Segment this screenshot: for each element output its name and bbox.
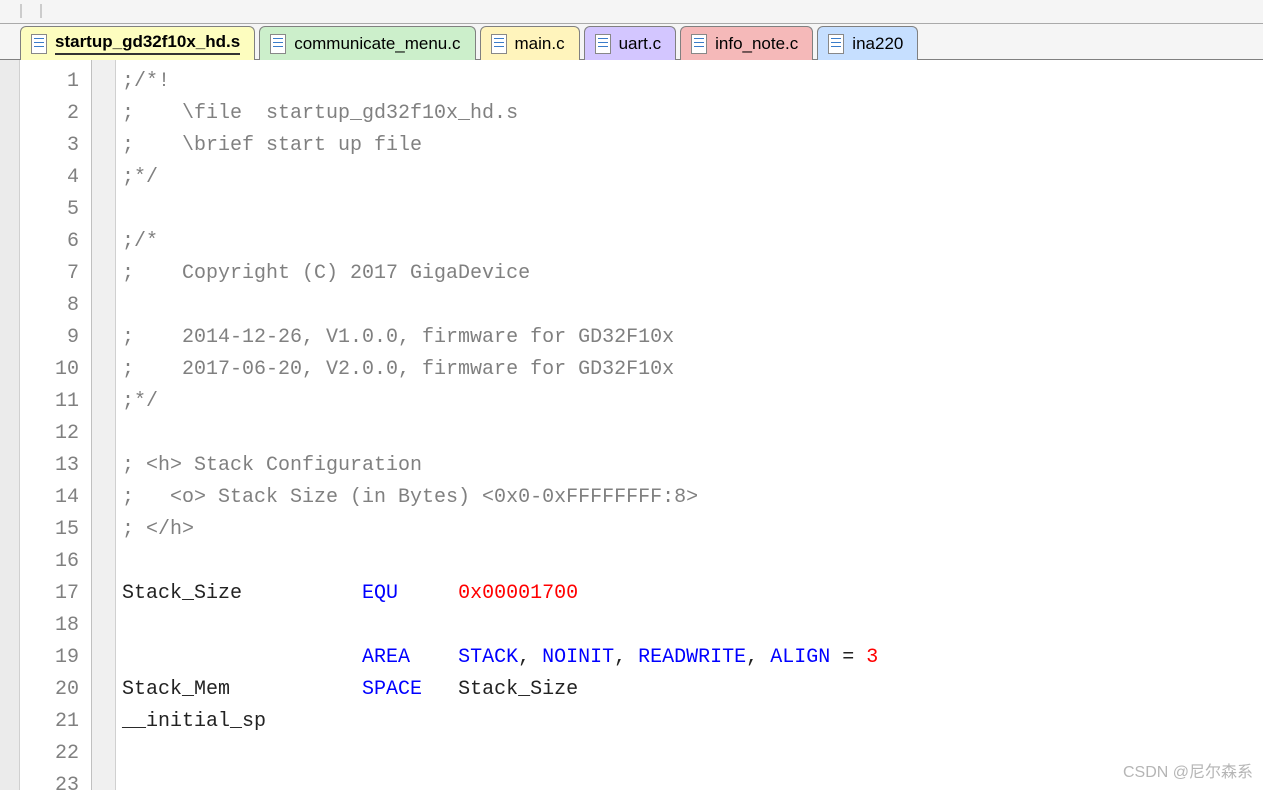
code-line[interactable]: ; <o> Stack Size (in Bytes) <0x0-0xFFFFF… [122,482,1263,514]
code-line[interactable]: ; 2017-06-20, V2.0.0, firmware for GD32F… [122,354,1263,386]
line-number: 23 [20,770,91,802]
code-line[interactable]: ; <h> Stack Configuration [122,450,1263,482]
tab-label: info_note.c [715,34,798,54]
file-icon [31,34,47,54]
line-number: 8 [20,290,91,322]
line-number: 20 [20,674,91,706]
tab-label: uart.c [619,34,662,54]
code-line[interactable]: __initial_sp [122,706,1263,738]
line-number: 4 [20,162,91,194]
code-line[interactable]: ; Copyright (C) 2017 GigaDevice [122,258,1263,290]
code-line[interactable] [122,418,1263,450]
tab-label: ina220 [852,34,903,54]
code-line[interactable]: Stack_Mem SPACE Stack_Size [122,674,1263,706]
file-icon [491,34,507,54]
line-number: 14 [20,482,91,514]
code-line[interactable] [122,610,1263,642]
tab-label: communicate_menu.c [294,34,460,54]
code-line[interactable]: ; \brief start up file [122,130,1263,162]
tab-ina220[interactable]: ina220 [817,26,918,60]
line-number: 10 [20,354,91,386]
code-line[interactable] [122,738,1263,770]
line-number: 22 [20,738,91,770]
line-number: 12 [20,418,91,450]
tab-label: main.c [515,34,565,54]
toolbar-stub [0,0,1263,24]
file-icon [691,34,707,54]
line-number: 1 [20,66,91,98]
code-line[interactable] [122,546,1263,578]
code-line[interactable]: AREA STACK, NOINIT, READWRITE, ALIGN = 3 [122,642,1263,674]
code-line[interactable]: ;/* [122,226,1263,258]
line-number: 19 [20,642,91,674]
code-line[interactable]: ;*/ [122,162,1263,194]
tab-main-c[interactable]: main.c [480,26,580,60]
line-number: 2 [20,98,91,130]
line-number-gutter: 1234567891011121314151617181920212223 [20,60,92,790]
line-number: 18 [20,610,91,642]
tab-communicate-menu-c[interactable]: communicate_menu.c [259,26,475,60]
code-line[interactable]: ; </h> [122,514,1263,546]
left-margin [0,60,20,790]
line-number: 5 [20,194,91,226]
code-line[interactable]: ; \file startup_gd32f10x_hd.s [122,98,1263,130]
code-line[interactable] [122,290,1263,322]
code-line[interactable] [122,770,1263,802]
code-area[interactable]: ;/*!; \file startup_gd32f10x_hd.s; \brie… [116,60,1263,790]
line-number: 9 [20,322,91,354]
tab-uart-c[interactable]: uart.c [584,26,677,60]
line-number: 7 [20,258,91,290]
code-line[interactable]: ;/*! [122,66,1263,98]
line-number: 21 [20,706,91,738]
editor-area: 1234567891011121314151617181920212223 ;/… [0,60,1263,790]
code-line[interactable]: ;*/ [122,386,1263,418]
line-number: 13 [20,450,91,482]
tab-startup-gd32f10x-hd-s[interactable]: startup_gd32f10x_hd.s [20,26,255,60]
line-number: 16 [20,546,91,578]
file-icon [828,34,844,54]
line-number: 15 [20,514,91,546]
code-line[interactable]: Stack_Size EQU 0x00001700 [122,578,1263,610]
line-number: 6 [20,226,91,258]
tab-label: startup_gd32f10x_hd.s [55,32,240,55]
file-icon [595,34,611,54]
line-number: 11 [20,386,91,418]
tab-strip: startup_gd32f10x_hd.s communicate_menu.c m… [0,24,1263,60]
line-number: 3 [20,130,91,162]
code-line[interactable] [122,194,1263,226]
code-line[interactable]: ; 2014-12-26, V1.0.0, firmware for GD32F… [122,322,1263,354]
line-number: 17 [20,578,91,610]
file-icon [270,34,286,54]
fold-column [92,60,116,790]
tab-info-note-c[interactable]: info_note.c [680,26,813,60]
